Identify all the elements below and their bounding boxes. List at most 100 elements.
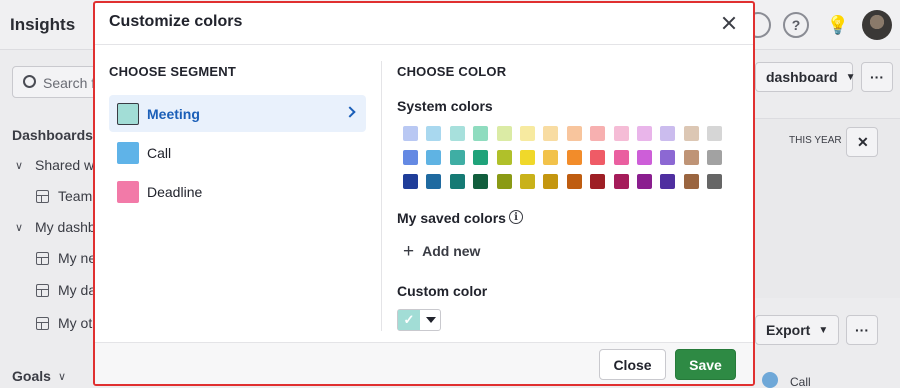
color-chip[interactable]: [496, 126, 512, 141]
collapse-icon[interactable]: ✕: [846, 127, 878, 157]
caret-down-icon: ▼: [845, 71, 856, 83]
segment-deadline[interactable]: Deadline: [109, 173, 366, 210]
color-chip[interactable]: [426, 126, 442, 141]
color-chip[interactable]: [519, 126, 535, 141]
call-icon: [762, 372, 778, 388]
color-chip[interactable]: [613, 126, 629, 141]
color-chip[interactable]: [496, 174, 512, 189]
column-divider: [381, 61, 382, 331]
color-chip[interactable]: [636, 150, 652, 165]
dashboard-button[interactable]: dashboard ▼: [755, 62, 856, 92]
segment-color-swatch: [117, 180, 139, 203]
add-new-color-button[interactable]: + Add new: [403, 240, 480, 262]
color-chip[interactable]: [519, 174, 535, 189]
color-chip[interactable]: [590, 126, 606, 141]
help-icon[interactable]: ?: [783, 12, 809, 38]
color-chip[interactable]: [566, 150, 582, 165]
avatar[interactable]: [862, 10, 892, 40]
more-button[interactable]: ···: [846, 315, 878, 345]
color-chip[interactable]: [403, 126, 418, 141]
color-chip[interactable]: [496, 150, 512, 165]
sidebar-item-my-3[interactable]: My ot: [58, 315, 92, 331]
period-label: THIS YEAR: [789, 135, 842, 146]
color-chip[interactable]: [473, 126, 489, 141]
color-chip[interactable]: [473, 150, 489, 165]
color-chip[interactable]: [473, 174, 489, 189]
dashboard-grid-icon: [36, 252, 49, 265]
color-chip[interactable]: [426, 150, 442, 165]
color-chip[interactable]: [683, 150, 699, 165]
caret-down-icon: ▼: [818, 324, 829, 336]
custom-color-picker[interactable]: ✓: [397, 309, 441, 331]
choose-color-heading: CHOOSE COLOR: [397, 64, 507, 79]
color-chip[interactable]: [660, 150, 676, 165]
color-chip[interactable]: [426, 174, 442, 189]
export-button[interactable]: Export ▼: [755, 315, 839, 345]
color-chip[interactable]: [566, 174, 582, 189]
caret-down-icon: [426, 317, 436, 323]
lightbulb-icon[interactable]: 💡: [825, 12, 851, 38]
color-chip[interactable]: [449, 126, 465, 141]
segment-color-swatch: [117, 102, 139, 125]
segment-label: Deadline: [147, 183, 203, 200]
color-chip[interactable]: [403, 150, 418, 165]
color-chip[interactable]: [543, 126, 559, 141]
sidebar-group-shared[interactable]: Shared w: [35, 157, 94, 173]
dashboard-grid-icon: [36, 317, 49, 330]
color-chip[interactable]: [449, 174, 465, 189]
segment-call[interactable]: Call: [109, 134, 366, 171]
saved-colors-label: My saved colors: [397, 210, 506, 226]
dashboard-grid-icon: [36, 284, 49, 297]
color-chip[interactable]: [636, 126, 652, 141]
sidebar-search[interactable]: Search f: [12, 66, 102, 98]
info-icon[interactable]: i: [509, 210, 523, 224]
color-chip[interactable]: [613, 174, 629, 189]
segment-label: Meeting: [147, 105, 200, 122]
color-chip[interactable]: [683, 174, 699, 189]
color-chip[interactable]: [613, 150, 629, 165]
chevron-down-icon[interactable]: ∨: [58, 370, 66, 383]
color-chip[interactable]: [590, 150, 606, 165]
color-chip[interactable]: [449, 150, 465, 165]
segment-meeting[interactable]: Meeting: [109, 95, 366, 132]
color-chip[interactable]: [660, 174, 676, 189]
chevron-down-icon[interactable]: ∨: [15, 221, 23, 234]
close-icon[interactable]: [719, 13, 739, 33]
export-button-label: Export: [766, 322, 811, 338]
dialog-footer: Close Save: [95, 342, 753, 384]
color-chip[interactable]: [636, 174, 652, 189]
dialog-title: Customize colors: [109, 13, 243, 30]
close-button[interactable]: Close: [599, 349, 666, 380]
color-chip[interactable]: [683, 126, 699, 141]
chevron-right-icon: [344, 106, 356, 118]
search-placeholder: Search f: [43, 75, 96, 91]
segment-label: Call: [147, 144, 172, 161]
sidebar-item-my-1[interactable]: My ne: [58, 250, 96, 266]
color-chip[interactable]: [707, 174, 723, 189]
search-icon: [23, 75, 36, 88]
dashboard-grid-icon: [36, 190, 49, 203]
color-chip[interactable]: [403, 174, 418, 189]
goals-heading[interactable]: Goals: [12, 368, 51, 384]
color-chip[interactable]: [566, 126, 582, 141]
color-chip[interactable]: [590, 174, 606, 189]
color-chip[interactable]: [707, 126, 723, 141]
segment-color-swatch: [117, 141, 139, 164]
save-button[interactable]: Save: [675, 349, 736, 380]
sidebar-item-my-2[interactable]: My da: [58, 282, 96, 298]
legend-call: Call: [790, 375, 811, 388]
app-title: Insights: [10, 15, 76, 34]
chevron-down-icon[interactable]: ∨: [15, 159, 23, 172]
color-chip[interactable]: [543, 150, 559, 165]
sidebar-group-my-dashboards[interactable]: My dashb: [35, 219, 96, 235]
choose-segment-heading: CHOOSE SEGMENT: [109, 64, 237, 79]
color-chip[interactable]: [543, 174, 559, 189]
more-button[interactable]: ···: [861, 62, 893, 92]
dialog-header: Customize colors: [95, 3, 753, 45]
sidebar-item-team[interactable]: Team: [58, 188, 92, 204]
color-chip[interactable]: [707, 150, 723, 165]
custom-color-label: Custom color: [397, 283, 488, 299]
color-chip[interactable]: [519, 150, 535, 165]
add-new-label: Add new: [422, 243, 481, 259]
color-chip[interactable]: [660, 126, 676, 141]
